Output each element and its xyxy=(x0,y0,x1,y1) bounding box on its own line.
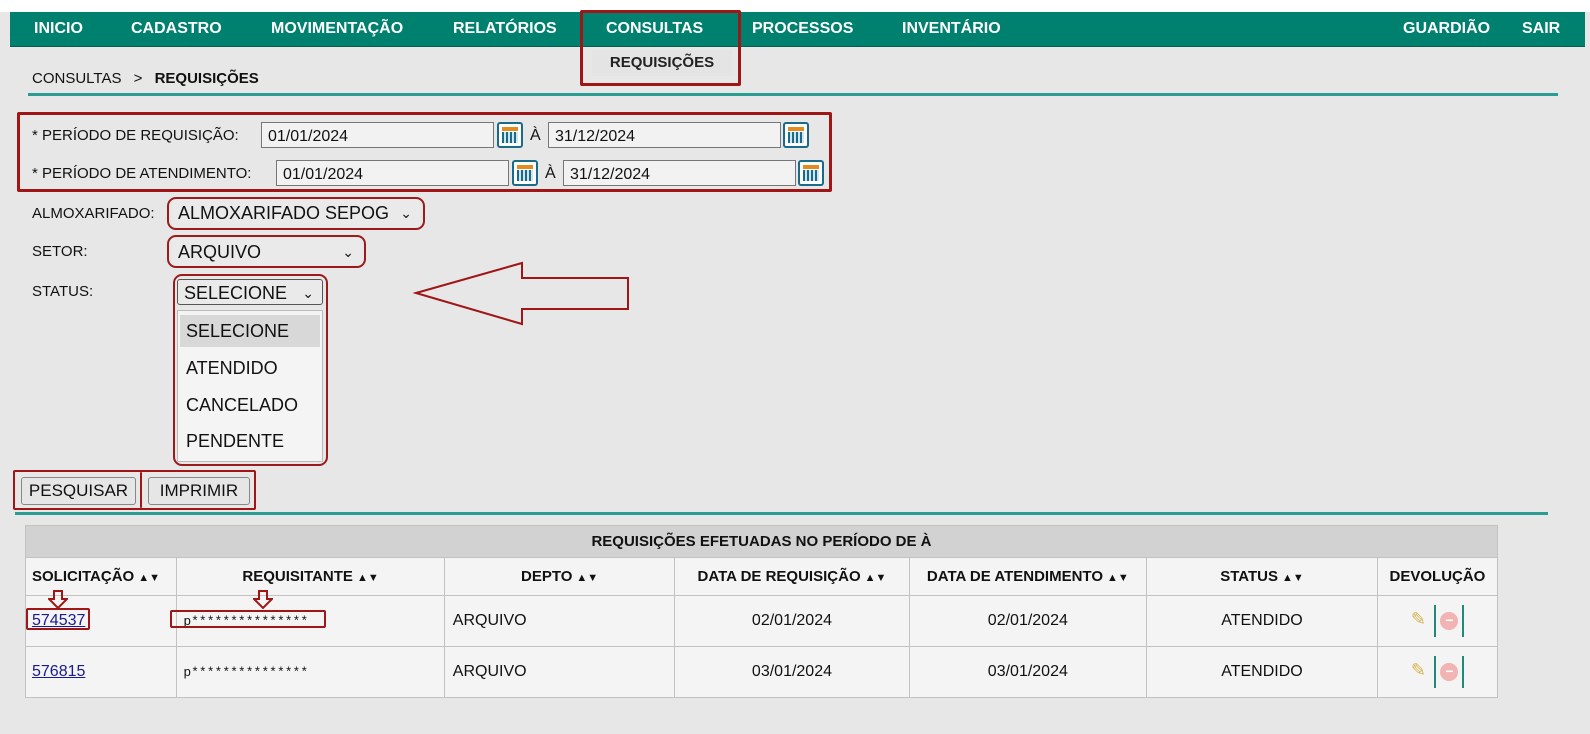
cancel-icon[interactable]: − xyxy=(1440,663,1459,681)
main-nav: INICIO CADASTRO MOVIMENTAÇÃO RELATÓRIOS … xyxy=(10,12,1585,47)
action-divider xyxy=(1462,605,1465,637)
sort-icon: ▲▼ xyxy=(1282,572,1304,584)
header-divider xyxy=(28,93,1558,96)
nav-cadastro[interactable]: CADASTRO xyxy=(131,12,222,46)
req-range-sep: À xyxy=(530,127,541,144)
req-from-calendar-icon[interactable] xyxy=(497,122,523,148)
action-divider xyxy=(1434,656,1437,688)
nav-guardiao[interactable]: GUARDIÃO xyxy=(1403,12,1490,46)
col-solicitacao-label: SOLICITAÇÃO xyxy=(32,568,135,585)
cancel-icon[interactable]: − xyxy=(1440,612,1459,630)
buttons-divider xyxy=(140,472,142,508)
att-to-input[interactable] xyxy=(563,160,796,186)
almox-label: ALMOXARIFADO: xyxy=(32,205,155,222)
dept-cell: ARQUIVO xyxy=(452,612,527,629)
att-from-input[interactable] xyxy=(276,160,509,186)
att-date-cell: 02/01/2024 xyxy=(987,612,1068,629)
req-to-input[interactable] xyxy=(548,122,781,148)
requester-highlight xyxy=(170,610,326,628)
col-status-label: STATUS xyxy=(1220,568,1278,585)
sort-icon: ▲▼ xyxy=(356,572,379,584)
req-from-input[interactable] xyxy=(261,122,494,148)
col-requisitante[interactable]: REQUISITANTE ▲▼ xyxy=(176,557,445,596)
req-date-cell: 02/01/2024 xyxy=(751,612,832,629)
req-period-label: * PERÍODO DE REQUISIÇÃO: xyxy=(32,127,239,144)
col-status[interactable]: STATUS ▲▼ xyxy=(1146,557,1378,596)
action-divider xyxy=(1462,656,1465,688)
col-depto-label: DEPTO xyxy=(520,568,573,585)
edit-pencil-icon[interactable]: ✎ xyxy=(1406,660,1430,684)
sort-icon: ▲▼ xyxy=(1107,572,1129,584)
att-date-cell: 03/01/2024 xyxy=(987,663,1068,680)
nav-relatorios[interactable]: RELATÓRIOS xyxy=(453,12,557,46)
col-data-atendimento-label: DATA DE ATENDIMENTO xyxy=(926,568,1103,585)
almox-highlight xyxy=(167,197,425,230)
down-arrow-icon xyxy=(48,590,68,610)
nav-movimentacao[interactable]: MOVIMENTAÇÃO xyxy=(271,12,403,46)
att-range-sep: À xyxy=(545,165,556,182)
requester-name: p*************** xyxy=(183,665,309,680)
top-strip xyxy=(0,0,1590,12)
down-arrow-icon xyxy=(253,590,273,610)
nav-sair[interactable]: SAIR xyxy=(1522,12,1560,46)
dept-cell: ARQUIVO xyxy=(452,663,527,680)
status-cell: ATENDIDO xyxy=(1221,663,1303,680)
consultas-highlight xyxy=(580,10,741,86)
sort-icon: ▲▼ xyxy=(576,572,599,584)
att-period-label: * PERÍODO DE ATENDIMENTO: xyxy=(32,165,252,182)
col-data-atendimento[interactable]: DATA DE ATENDIMENTO ▲▼ xyxy=(908,557,1148,596)
nav-processos[interactable]: PROCESSOS xyxy=(752,12,853,46)
results-divider xyxy=(15,512,1548,515)
breadcrumb-separator: > xyxy=(133,70,143,87)
status-cell: ATENDIDO xyxy=(1221,612,1303,629)
setor-highlight xyxy=(167,235,366,268)
edit-pencil-icon[interactable]: ✎ xyxy=(1406,609,1430,633)
col-requisitante-label: REQUISITANTE xyxy=(242,568,353,585)
action-divider xyxy=(1434,605,1437,637)
table-caption: REQUISIÇÕES EFETUADAS NO PERÍODO DE À xyxy=(25,525,1498,558)
setor-label: SETOR: xyxy=(32,243,88,260)
req-date-cell: 03/01/2024 xyxy=(751,663,832,680)
att-from-calendar-icon[interactable] xyxy=(512,160,538,186)
col-data-requisicao-label: DATA DE REQUISIÇÃO xyxy=(697,568,861,585)
sort-icon: ▲▼ xyxy=(138,572,160,584)
table-row: 576815 p*************** ARQUIVO 03/01/20… xyxy=(24,646,1499,698)
col-devolucao: DEVOLUÇÃO xyxy=(1376,557,1499,596)
att-to-calendar-icon[interactable] xyxy=(798,160,824,186)
col-data-requisicao[interactable]: DATA DE REQUISIÇÃO ▲▼ xyxy=(674,557,910,596)
col-depto[interactable]: DEPTO ▲▼ xyxy=(443,557,676,596)
request-id-link[interactable]: 576815 xyxy=(32,663,85,680)
buttons-highlight xyxy=(13,470,256,510)
pointer-arrow-icon xyxy=(412,261,629,326)
nav-inicio[interactable]: INICIO xyxy=(34,12,83,46)
id-highlight xyxy=(26,608,90,630)
breadcrumb-parent[interactable]: CONSULTAS xyxy=(32,70,121,87)
status-label: STATUS: xyxy=(32,283,94,300)
breadcrumb: CONSULTAS > REQUISIÇÕES xyxy=(32,70,259,87)
sort-icon: ▲▼ xyxy=(864,572,887,584)
breadcrumb-current: REQUISIÇÕES xyxy=(154,70,259,87)
nav-inventario[interactable]: INVENTÁRIO xyxy=(902,12,1001,46)
status-highlight xyxy=(173,274,328,466)
req-to-calendar-icon[interactable] xyxy=(783,122,809,148)
